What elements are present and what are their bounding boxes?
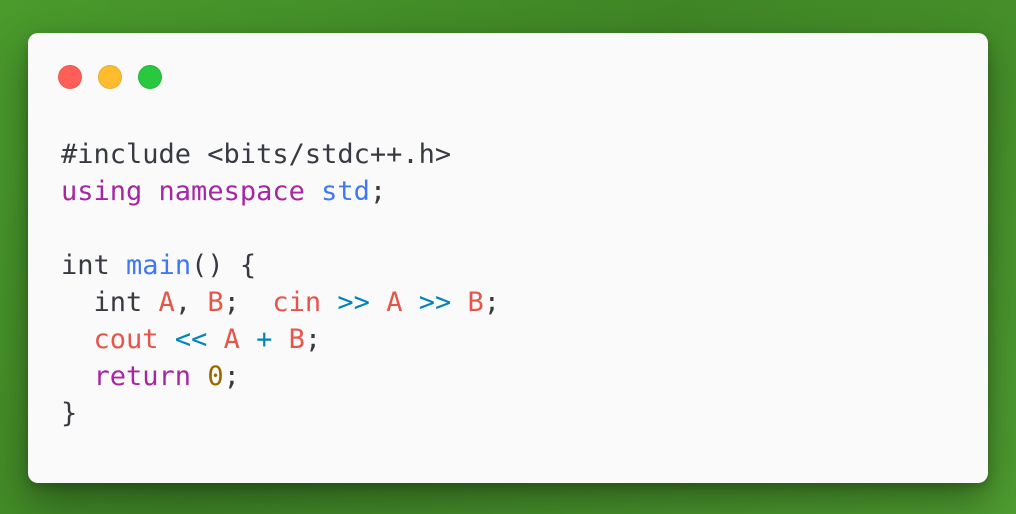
code-line: } xyxy=(61,395,500,432)
code-token-number: 0 xyxy=(207,361,224,392)
code-token-keyword: using xyxy=(61,176,143,207)
code-token-variable: A xyxy=(223,324,240,355)
code-line: return 0; xyxy=(61,358,500,395)
code-token-plain: int xyxy=(61,287,159,318)
code-token-function: std xyxy=(321,176,370,207)
code-token-operator: >> xyxy=(418,287,452,318)
code-token-variable: cin xyxy=(272,287,322,318)
code-token-plain: #include <bits/stdc++.h> xyxy=(61,139,452,170)
code-token-variable: cout xyxy=(93,324,159,355)
code-block: #include <bits/stdc++.h> using namespace … xyxy=(61,136,500,432)
code-token-variable: B xyxy=(288,324,305,355)
close-window-button[interactable] xyxy=(58,65,82,89)
code-line: int A, B; cin >> A >> B; xyxy=(61,284,501,321)
code-token-function: main xyxy=(126,250,192,281)
code-token-plain: ; xyxy=(304,324,322,355)
minimize-window-button[interactable] xyxy=(98,65,122,89)
code-token-plain: ; xyxy=(223,287,273,318)
code-window: #include <bits/stdc++.h> using namespace … xyxy=(28,33,988,483)
code-token-plain: } xyxy=(61,398,78,429)
code-token-variable: B xyxy=(467,287,484,318)
code-token-keyword: namespace xyxy=(158,176,305,207)
code-token-plain: int xyxy=(61,250,110,281)
code-token-variable: B xyxy=(207,287,224,318)
code-token-keyword: return xyxy=(93,361,192,392)
code-token-plain: ; xyxy=(369,176,387,207)
code-token-plain: ; xyxy=(223,361,240,392)
code-token-plain: ; xyxy=(483,287,501,318)
code-line: ​ xyxy=(61,210,500,247)
code-token-operator: << xyxy=(174,324,208,355)
code-line: cout << A + B; xyxy=(61,321,500,358)
code-line: #include <bits/stdc++.h> xyxy=(61,136,500,173)
code-line: int main() { xyxy=(61,247,500,284)
code-token-operator: + xyxy=(256,324,273,355)
code-token-variable: A xyxy=(386,287,403,318)
code-token-variable: A xyxy=(158,287,175,318)
code-line: using namespace std; xyxy=(61,173,500,210)
code-token-plain: () { xyxy=(191,250,257,281)
maximize-window-button[interactable] xyxy=(138,65,162,89)
code-token-plain: , xyxy=(174,287,208,318)
code-token-operator: >> xyxy=(337,287,370,318)
